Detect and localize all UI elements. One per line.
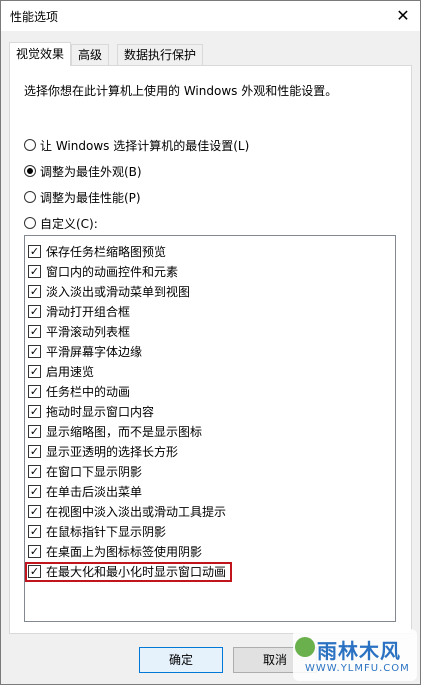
radio-let-windows-choose[interactable]: 让 Windows 选择计算机的最佳设置(L) <box>24 136 249 154</box>
radio-best-appearance[interactable]: 调整为最佳外观(B) <box>24 162 142 180</box>
option-label: 滑动打开组合框 <box>46 304 131 319</box>
effect-option[interactable]: ✓ 淡入淡出或滑动菜单到视图 <box>28 282 190 300</box>
effect-option[interactable]: ✓ 显示亚透明的选择长方形 <box>28 442 178 460</box>
option-label: 平滑屏幕字体边缘 <box>46 344 143 359</box>
effect-option[interactable]: ✓ 任务栏中的动画 <box>28 382 130 400</box>
option-label: 窗口内的动画控件和元素 <box>46 264 179 279</box>
title-bar: 性能选项 ✕ <box>1 1 420 31</box>
effects-checklist[interactable]: ✓ 保存任务栏缩略图预览 ✓ 窗口内的动画控件和元素 ✓ 淡入淡出或滑动菜单到视图 ✓ 滑动打… <box>24 235 396 622</box>
tree-logo-icon <box>295 637 315 657</box>
effect-option[interactable]: ✓ 在视图中淡入淡出或滑动工具提示 <box>28 502 226 520</box>
option-label: 平滑滚动列表框 <box>46 324 131 339</box>
window-title: 性能选项 <box>10 10 59 24</box>
effect-option[interactable]: ✓ 在窗口下显示阴影 <box>28 462 142 480</box>
effect-option[interactable]: ✓ 窗口内的动画控件和元素 <box>28 262 178 280</box>
radio-best-performance[interactable]: 调整为最佳性能(P) <box>24 188 141 206</box>
option-label: 任务栏中的动画 <box>46 384 131 399</box>
checkbox[interactable]: ✓ <box>28 464 41 478</box>
effect-option[interactable]: ✓ 在单击后淡出菜单 <box>28 482 142 500</box>
checkbox[interactable]: ✓ <box>28 404 41 418</box>
effect-option[interactable]: ✓ 平滑滚动列表框 <box>28 322 130 340</box>
effect-option[interactable]: ✓ 显示缩略图，而不是显示图标 <box>28 422 202 440</box>
option-label: 淡入淡出或滑动菜单到视图 <box>46 284 191 299</box>
checkbox[interactable]: ✓ <box>28 524 41 538</box>
option-label: 在鼠标指针下显示阴影 <box>46 524 167 539</box>
visual-effects-panel: 选择你想在此计算机上使用的 Windows 外观和性能设置。 让 Windows… <box>9 65 412 634</box>
checkbox[interactable]: ✓ <box>28 384 41 398</box>
checkbox[interactable]: ✓ <box>28 264 41 278</box>
option-label: 在视图中淡入淡出或滑动工具提示 <box>46 504 227 519</box>
option-label: 在窗口下显示阴影 <box>46 464 143 479</box>
radio-label: 调整为最佳外观(B) <box>40 164 142 179</box>
option-label: 显示缩略图，而不是显示图标 <box>46 424 203 439</box>
radio-button[interactable] <box>24 191 36 203</box>
watermark-title: 雨林木风 <box>317 639 401 663</box>
site-watermark: 雨林木风 WWW.YLMFU.COM <box>293 629 417 681</box>
radio-label: 自定义(C): <box>40 216 98 231</box>
radio-button[interactable] <box>24 217 36 229</box>
option-label: 在单击后淡出菜单 <box>46 484 143 499</box>
checkbox[interactable]: ✓ <box>28 564 41 578</box>
close-icon[interactable]: ✕ <box>386 1 420 31</box>
effect-option[interactable]: ✓ 在桌面上为图标标签使用阴影 <box>28 542 202 560</box>
checkbox[interactable]: ✓ <box>28 304 41 318</box>
description-text: 选择你想在此计算机上使用的 Windows 外观和性能设置。 <box>24 84 338 98</box>
effect-option[interactable]: ✓ 平滑屏幕字体边缘 <box>28 342 142 360</box>
checkbox[interactable]: ✓ <box>28 444 41 458</box>
tab-visual-effects[interactable]: 视觉效果 <box>9 42 72 66</box>
watermark-url: WWW.YLMFU.COM <box>305 663 410 674</box>
effect-option[interactable]: ✓ 在鼠标指针下显示阴影 <box>28 522 166 540</box>
effect-option[interactable]: ✓ 在最大化和最小化时显示窗口动画 <box>28 562 226 580</box>
radio-label: 让 Windows 选择计算机的最佳设置(L) <box>40 138 250 153</box>
checkbox[interactable]: ✓ <box>28 504 41 518</box>
effect-option[interactable]: ✓ 保存任务栏缩略图预览 <box>28 242 166 260</box>
tab-advanced[interactable]: 高级 <box>71 44 110 65</box>
checkbox[interactable]: ✓ <box>28 484 41 498</box>
option-label: 启用速览 <box>46 364 95 379</box>
checkbox[interactable]: ✓ <box>28 424 41 438</box>
option-label: 在桌面上为图标标签使用阴影 <box>46 544 203 559</box>
checkbox[interactable]: ✓ <box>28 284 41 298</box>
ok-button[interactable]: 确定 <box>139 647 223 673</box>
radio-label: 调整为最佳性能(P) <box>40 190 141 205</box>
checkbox[interactable]: ✓ <box>28 244 41 258</box>
option-label: 保存任务栏缩略图预览 <box>46 244 167 259</box>
effect-option[interactable]: ✓ 拖动时显示窗口内容 <box>28 402 154 420</box>
checkbox[interactable]: ✓ <box>28 544 41 558</box>
option-label: 显示亚透明的选择长方形 <box>46 444 179 459</box>
effect-option[interactable]: ✓ 滑动打开组合框 <box>28 302 130 320</box>
option-label: 拖动时显示窗口内容 <box>46 404 155 419</box>
checkbox[interactable]: ✓ <box>28 364 41 378</box>
performance-options-window: 性能选项 ✕ 视觉效果 高级 数据执行保护 选择你想在此计算机上使用的 Wind… <box>0 0 421 685</box>
checkbox[interactable]: ✓ <box>28 324 41 338</box>
option-label: 在最大化和最小化时显示窗口动画 <box>46 564 227 579</box>
tab-data-execution-prevention[interactable]: 数据执行保护 <box>117 44 204 65</box>
radio-button[interactable] <box>24 139 36 151</box>
checkbox[interactable]: ✓ <box>28 344 41 358</box>
radio-button[interactable] <box>24 165 36 177</box>
effect-option[interactable]: ✓ 启用速览 <box>28 362 94 380</box>
radio-custom[interactable]: 自定义(C): <box>24 214 98 232</box>
